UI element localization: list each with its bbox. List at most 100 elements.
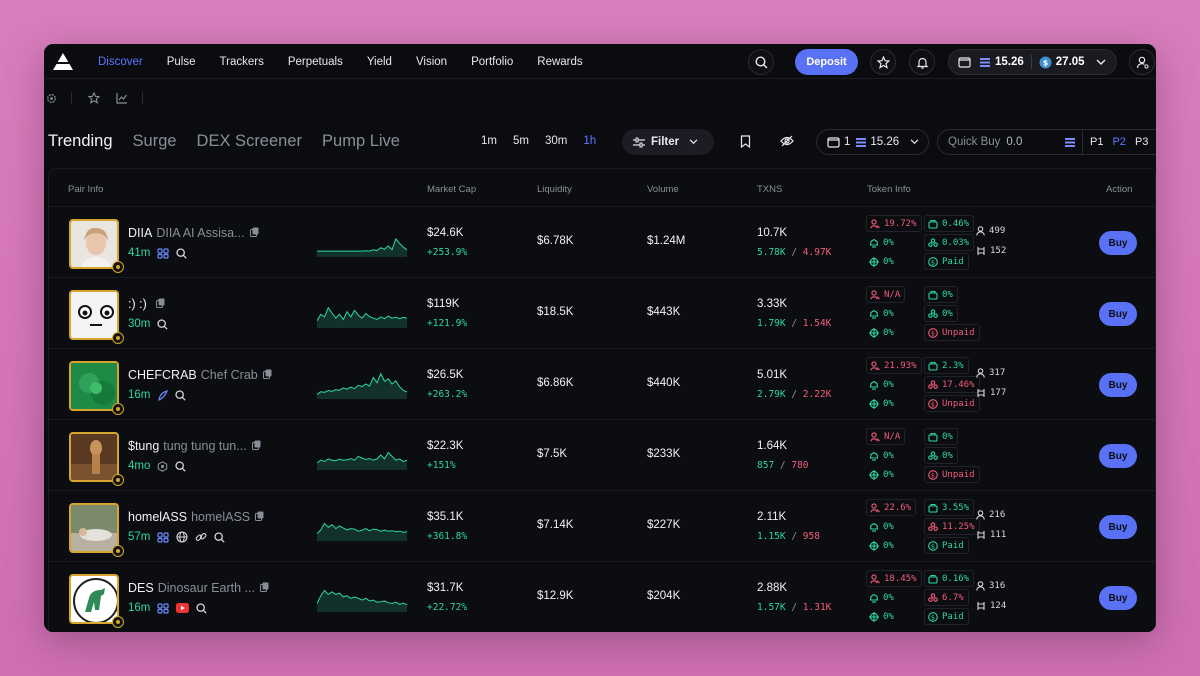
community-link[interactable] <box>157 531 169 543</box>
notifications-button[interactable] <box>909 49 935 75</box>
snipers-value: 0% <box>883 521 894 532</box>
nav-discover[interactable]: Discover <box>98 56 143 68</box>
pro-traders-count: 152 <box>976 246 1006 256</box>
token-avatar[interactable] <box>69 219 119 269</box>
buy-button[interactable]: Buy <box>1099 231 1137 255</box>
table-row[interactable]: CHEFCRAB Chef Crab 16m $26.5K +263.2% $6… <box>49 349 1155 420</box>
feather-link[interactable] <box>157 389 169 401</box>
snipers-value: 0% <box>883 592 894 603</box>
timeframe-1h[interactable]: 1h <box>583 135 596 147</box>
filter-button[interactable]: Filter <box>622 129 714 155</box>
header-liquidity[interactable]: Liquidity <box>537 184 572 195</box>
axiom-logo-icon[interactable] <box>53 53 73 70</box>
community-link[interactable] <box>157 602 169 614</box>
search-link[interactable] <box>196 602 207 614</box>
token-avatar[interactable] <box>69 503 119 553</box>
nav-vision[interactable]: Vision <box>416 56 447 68</box>
quick-buy-input[interactable]: Quick Buy 0.0 <box>937 129 1082 155</box>
globe-link[interactable] <box>176 531 188 543</box>
copy-address-button[interactable] <box>262 366 272 384</box>
bundle-value: 0% <box>883 327 894 338</box>
nav-trackers[interactable]: Trackers <box>220 56 264 68</box>
tab-surge[interactable]: Surge <box>133 132 177 151</box>
usdc-icon: $ <box>1039 56 1052 68</box>
divider <box>142 92 143 104</box>
nav-perpetuals[interactable]: Perpetuals <box>288 56 343 68</box>
token-avatar[interactable] <box>69 361 119 411</box>
market-cap-value: $24.6K <box>427 227 464 239</box>
favorites-button[interactable] <box>88 92 100 104</box>
token-age: 4mo <box>128 460 151 472</box>
nav-pulse[interactable]: Pulse <box>167 56 196 68</box>
copy-address-button[interactable] <box>259 579 269 597</box>
token-avatar[interactable] <box>69 574 119 624</box>
timeframe-1m[interactable]: 1m <box>481 135 497 147</box>
chart-button[interactable] <box>116 92 128 104</box>
solana-icon <box>980 57 990 67</box>
preset-p3[interactable]: P3 <box>1135 136 1148 148</box>
buy-button[interactable]: Buy <box>1099 515 1137 539</box>
header-market-cap[interactable]: Market Cap <box>427 184 476 195</box>
search-link[interactable] <box>214 531 225 543</box>
tab-dex-screener[interactable]: DEX Screener <box>197 132 302 151</box>
hide-button[interactable] <box>780 135 794 147</box>
table-row[interactable]: $tung tung tung tun... 4mo $22.3K +151% … <box>49 420 1155 491</box>
insiders-badge: 6.7% <box>924 589 969 606</box>
youtube-link[interactable] <box>176 603 190 613</box>
deposit-button[interactable]: Deposit <box>795 49 858 75</box>
copy-address-button[interactable] <box>155 295 165 313</box>
top10-holders-icon <box>870 360 880 371</box>
dev-holding-badge: 0.16% <box>924 570 975 587</box>
sniper-icon <box>869 380 879 390</box>
pro-traders-icon <box>977 389 985 397</box>
tab-pump-live[interactable]: Pump Live <box>322 132 400 151</box>
nav-portfolio[interactable]: Portfolio <box>471 56 513 68</box>
nav-yield[interactable]: Yield <box>367 56 392 68</box>
token-avatar[interactable] <box>69 290 119 340</box>
top10-holders-badge: 18.45% <box>866 570 922 587</box>
search-link[interactable] <box>175 389 186 401</box>
timeframe-5m[interactable]: 5m <box>513 135 529 147</box>
table-row[interactable]: DES Dinosaur Earth ... 16m $31.7K +22.72… <box>49 562 1155 632</box>
copy-address-button[interactable] <box>249 224 259 242</box>
settings-button[interactable] <box>46 93 57 104</box>
table-row[interactable]: DIIA DIIA AI Assisa... 41m $24.6K +253.9… <box>49 207 1155 278</box>
link-link[interactable] <box>195 531 207 543</box>
account-button[interactable] <box>1129 49 1155 75</box>
token-avatar[interactable] <box>69 432 119 482</box>
buy-button[interactable]: Buy <box>1099 444 1137 468</box>
community-link[interactable] <box>157 247 169 259</box>
buy-button[interactable]: Buy <box>1099 373 1137 397</box>
table-row[interactable]: homelASS homelASS 57m $35.1K +361.8% $7.… <box>49 491 1155 562</box>
timeframe-30m[interactable]: 30m <box>545 135 567 147</box>
search-link[interactable] <box>175 460 186 472</box>
tab-trending[interactable]: Trending <box>48 132 113 151</box>
header-txns[interactable]: TXNS <box>757 184 782 195</box>
search-link[interactable] <box>176 247 187 259</box>
copy-address-button[interactable] <box>255 508 264 526</box>
preset-p1[interactable]: P1 <box>1090 136 1103 148</box>
watchlist-button[interactable] <box>870 49 896 75</box>
table-row[interactable]: :) :) 30m $119K +121.9% $18.5K $443K 3.3… <box>49 278 1155 349</box>
buys-count: 857 <box>757 460 775 471</box>
user-settings-icon <box>1136 56 1149 69</box>
liquidity-value: $7.14K <box>537 519 574 531</box>
nav-rewards[interactable]: Rewards <box>537 56 582 68</box>
wallet-selector[interactable]: 1 15.26 <box>816 129 929 155</box>
buy-button[interactable]: Buy <box>1099 586 1137 610</box>
insiders-value: 0.03% <box>942 237 970 248</box>
txns-count: 10.7K <box>757 227 788 239</box>
launchpad-badge-icon <box>112 332 124 344</box>
preset-p2[interactable]: P2 <box>1112 136 1125 148</box>
search-button[interactable] <box>748 49 774 75</box>
header-volume[interactable]: Volume <box>647 184 679 195</box>
bookmark-button[interactable] <box>740 135 751 148</box>
holders-value: 317 <box>989 368 1006 378</box>
search-link[interactable] <box>157 318 168 330</box>
copy-icon <box>155 298 165 308</box>
buy-button[interactable]: Buy <box>1099 302 1137 326</box>
wallet-balance-dropdown[interactable]: 15.26 $ 27.05 <box>948 49 1117 75</box>
copy-address-button[interactable] <box>251 437 261 455</box>
insiders-value: 11.25% <box>942 521 975 532</box>
telegram-link[interactable] <box>157 460 168 472</box>
